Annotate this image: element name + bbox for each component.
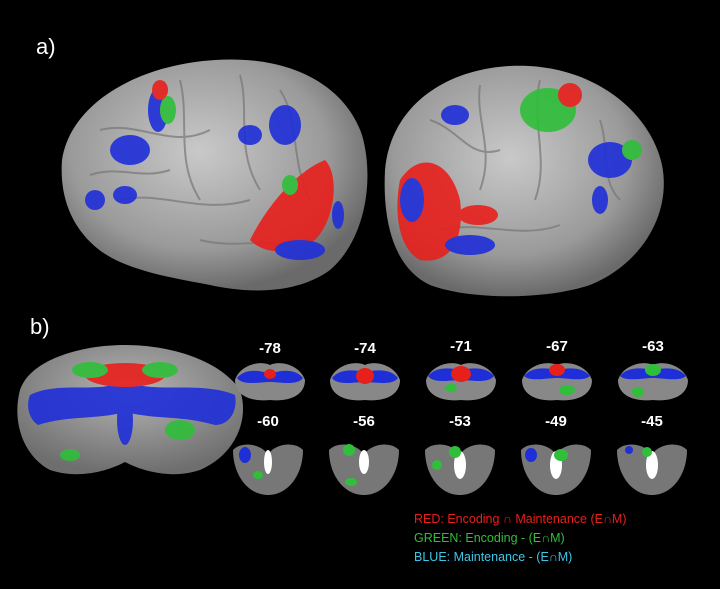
slice-label: -78 — [259, 340, 281, 357]
slice-label: -71 — [450, 338, 472, 355]
right-hemisphere — [384, 65, 664, 297]
panel-label-a: a) — [36, 34, 56, 59]
slice-label: -56 — [353, 413, 375, 430]
brain-images — [17, 59, 688, 495]
cerebellum-3d — [17, 345, 244, 475]
legend-red: RED: Encoding ∩ Maintenance (E∩M) — [414, 512, 627, 526]
legend-blue: BLUE: Maintenance - (E∩M) — [414, 550, 573, 564]
slice-label: -53 — [449, 413, 471, 430]
legend-green: GREEN: Encoding - (E∩M) — [414, 531, 565, 545]
slice-label: -63 — [642, 338, 664, 355]
left-hemisphere — [61, 59, 368, 291]
figure: a) b) -78 -74 -71 -67 -63 -60 -56 -53 -4… — [0, 0, 720, 589]
slice-label: -45 — [641, 413, 663, 430]
slices-row-2 — [233, 444, 687, 495]
slice-label: -60 — [257, 413, 279, 430]
slice-label: -49 — [545, 413, 567, 430]
slice-label: -67 — [546, 338, 568, 355]
panel-label-b: b) — [30, 314, 50, 339]
slice-label: -74 — [354, 340, 376, 357]
slices-row-1 — [235, 363, 688, 401]
